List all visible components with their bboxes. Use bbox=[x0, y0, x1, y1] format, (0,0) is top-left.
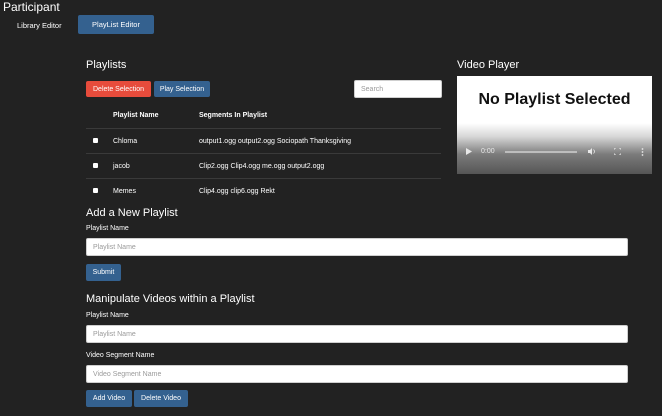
row-checkbox[interactable] bbox=[93, 137, 98, 143]
manipulate-playlist-name-input[interactable]: Playlist Name bbox=[86, 325, 628, 343]
segments-cell: Clip2.ogg Clip4.ogg me.ogg output2.ogg bbox=[198, 153, 441, 179]
delete-video-button[interactable]: Delete Video bbox=[134, 390, 188, 407]
segments-cell: Clip4.ogg clip6.ogg Rekt bbox=[198, 178, 441, 203]
more-icon[interactable] bbox=[641, 148, 644, 156]
video-player[interactable]: No Playlist Selected 0:00 bbox=[457, 76, 652, 174]
app-title: Participant bbox=[3, 0, 60, 14]
playlist-name-label: Playlist Name bbox=[86, 225, 129, 232]
add-playlist-title: Add a New Playlist bbox=[86, 207, 178, 219]
playlist-name-input[interactable]: Playlist Name bbox=[86, 238, 628, 256]
playlist-name-cell: Memes bbox=[112, 178, 198, 203]
table-row[interactable]: Chloma output1.ogg output2.ogg Sociopath… bbox=[86, 128, 441, 154]
delete-selection-button[interactable]: Delete Selection bbox=[86, 81, 151, 97]
play-selection-button[interactable]: Play Selection bbox=[154, 81, 210, 97]
manipulate-playlist-name-label: Playlist Name bbox=[86, 312, 129, 319]
play-icon[interactable] bbox=[466, 148, 472, 155]
no-playlist-message: No Playlist Selected bbox=[478, 91, 631, 108]
row-checkbox[interactable] bbox=[93, 187, 98, 193]
add-video-button[interactable]: Add Video bbox=[86, 390, 132, 407]
playlists-title: Playlists bbox=[86, 59, 127, 71]
select-column-header bbox=[86, 103, 112, 129]
segments-cell: output1.ogg output2.ogg Sociopath Thanks… bbox=[198, 128, 441, 154]
playlist-name-cell: jacob bbox=[112, 153, 198, 179]
submit-button[interactable]: Submit bbox=[86, 264, 121, 281]
table-header-row: Playlist Name Segments In Playlist bbox=[86, 103, 441, 129]
video-segment-name-input[interactable]: Video Segment Name bbox=[86, 365, 628, 383]
manipulate-videos-title: Manipulate Videos within a Playlist bbox=[86, 293, 255, 305]
column-header-segments: Segments In Playlist bbox=[199, 112, 268, 119]
video-player-title: Video Player bbox=[457, 59, 520, 71]
table-row[interactable]: jacob Clip2.ogg Clip4.ogg me.ogg output2… bbox=[86, 153, 441, 179]
table-row[interactable]: Memes Clip4.ogg clip6.ogg Rekt bbox=[86, 178, 441, 203]
fullscreen-icon[interactable] bbox=[614, 148, 621, 155]
time-display: 0:00 bbox=[481, 148, 495, 155]
playlist-name-cell: Chloma bbox=[112, 128, 198, 154]
nav-library-editor[interactable]: Library Editor bbox=[17, 21, 62, 30]
search-input[interactable]: Search bbox=[354, 80, 442, 98]
video-controls: 0:00 bbox=[457, 145, 652, 159]
nav-playlist-editor[interactable]: PlayList Editor bbox=[78, 15, 154, 34]
column-header-playlist-name: Playlist Name bbox=[113, 112, 159, 119]
progress-bar[interactable] bbox=[505, 151, 577, 153]
volume-icon[interactable] bbox=[588, 148, 596, 155]
video-segment-name-label: Video Segment Name bbox=[86, 352, 155, 359]
row-checkbox[interactable] bbox=[93, 162, 98, 168]
playlists-table: Playlist Name Segments In Playlist Chlom… bbox=[86, 103, 441, 203]
